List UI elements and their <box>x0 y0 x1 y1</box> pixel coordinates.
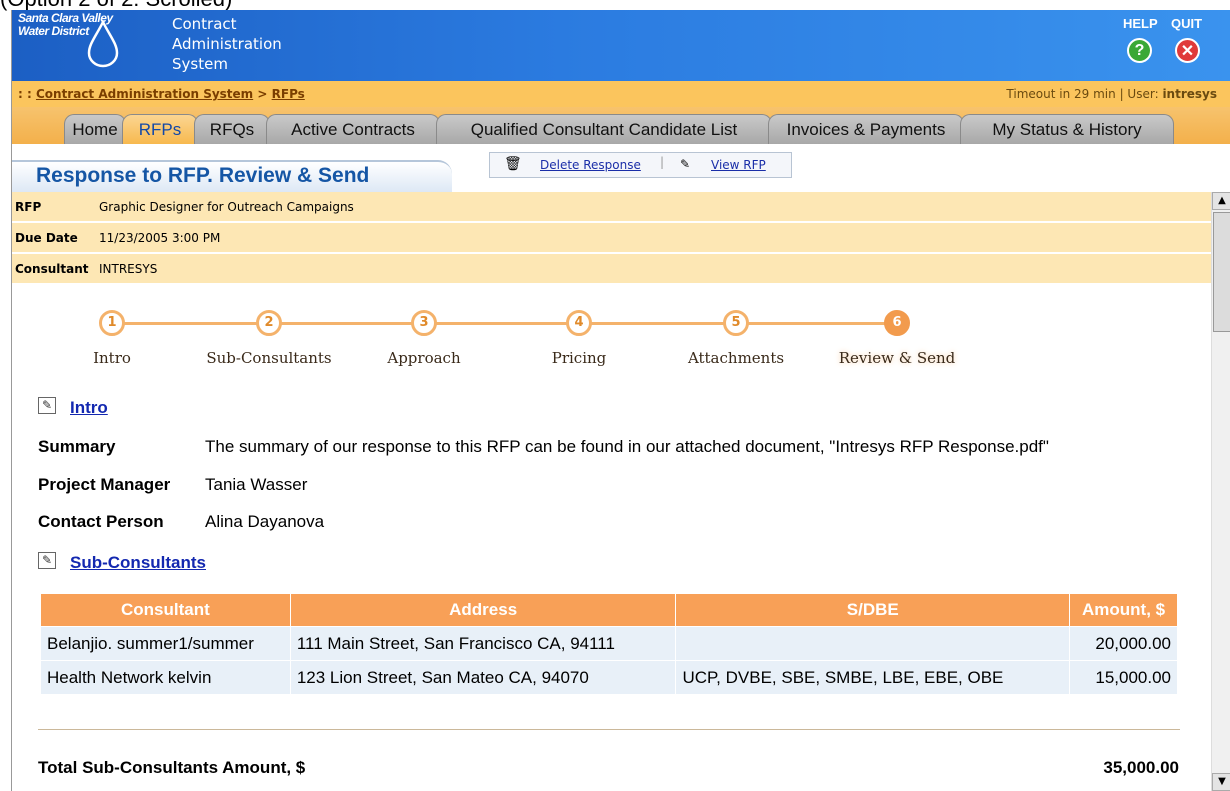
breadcrumb-link-rfps[interactable]: RFPs <box>272 87 305 101</box>
step-5-label[interactable]: Attachments <box>656 349 816 367</box>
cell-consultant: Health Network kelvin <box>40 660 291 695</box>
breadcrumb: : : Contract Administration System > RFP… <box>18 87 305 101</box>
scroll-up-arrow-icon[interactable]: ▲ <box>1212 192 1230 210</box>
quit-button[interactable]: ✕ <box>1175 38 1200 63</box>
tab-rfqs[interactable]: RFQs <box>194 114 270 144</box>
intro-section-link[interactable]: Intro <box>70 398 108 418</box>
info-row-due-date: Due Date 11/23/2005 3:00 PM <box>12 223 1211 253</box>
steps-connector <box>112 322 892 325</box>
title-row: Response to RFP. Review & Send 🗑 Delete … <box>12 144 1230 192</box>
project-manager-value: Tania Wasser <box>205 475 308 494</box>
step-4-circle[interactable]: 4 <box>566 310 592 336</box>
question-mark-icon: ? <box>1134 41 1145 59</box>
divider <box>38 729 1180 730</box>
screenshot-caption: (Option 2 of 2: Scrolled) <box>0 0 1230 11</box>
step-6-circle: 6 <box>884 310 910 336</box>
timeout-text: Timeout in 29 min <box>1006 87 1116 101</box>
column-header-address: Address <box>289 593 677 627</box>
app-window: Santa Clara Valley Water District Contra… <box>11 10 1230 791</box>
step-1-circle[interactable]: 1 <box>99 310 125 336</box>
cell-amount: 15,000.00 <box>1069 660 1178 695</box>
contact-person-label: Contact Person <box>38 512 164 531</box>
column-header-sdbe: S/DBE <box>675 593 1071 627</box>
help-button[interactable]: ? <box>1127 38 1152 63</box>
user-name: intresys <box>1162 87 1217 101</box>
step-5-circle[interactable]: 5 <box>723 310 749 336</box>
summary-value: The summary of our response to this RFP … <box>205 437 1049 456</box>
step-1-label[interactable]: Intro <box>32 349 192 367</box>
edit-note-icon[interactable]: ✎ <box>38 552 56 569</box>
column-header-amount: Amount, $ <box>1069 593 1178 627</box>
info-row-consultant: Consultant INTRESYS <box>12 254 1211 284</box>
total-value: 35,000.00 <box>1103 758 1179 777</box>
table-row: Belanjio. summer1/summer 111 Main Street… <box>40 626 1178 661</box>
cell-sdbe <box>675 626 1071 661</box>
view-rfp-link[interactable]: View RFP <box>711 158 766 172</box>
session-info: Timeout in 29 min | User: intresys <box>1006 87 1217 101</box>
consultant-value: INTRESYS <box>99 262 158 276</box>
cell-address: 123 Lion Street, San Mateo CA, 94070 <box>289 660 677 695</box>
vertical-scrollbar[interactable]: ▲ ▼ <box>1211 192 1230 791</box>
view-rfp-icon[interactable]: ✎ <box>680 157 690 171</box>
main-tabs: Home RFPs RFQs Active Contracts Qualifie… <box>12 107 1230 144</box>
cell-consultant: Belanjio. summer1/summer <box>40 626 291 661</box>
subconsultants-section-link[interactable]: Sub-Consultants <box>70 553 206 573</box>
step-3-label[interactable]: Approach <box>344 349 504 367</box>
delete-response-link[interactable]: Delete Response <box>540 158 641 172</box>
step-6-label: Review & Send <box>838 349 956 367</box>
cell-amount: 20,000.00 <box>1069 626 1178 661</box>
water-drop-icon <box>87 20 119 68</box>
table-row: Health Network kelvin 123 Lion Street, S… <box>40 660 1178 695</box>
tab-active-contracts[interactable]: Active Contracts <box>266 114 440 144</box>
step-4-label[interactable]: Pricing <box>499 349 659 367</box>
step-2-circle[interactable]: 2 <box>256 310 282 336</box>
step-3-circle[interactable]: 3 <box>411 310 437 336</box>
column-header-consultant: Consultant <box>40 593 291 627</box>
help-quit-area: HELP QUIT ? ✕ <box>1117 16 1207 76</box>
close-x-icon: ✕ <box>1180 42 1195 60</box>
total-label: Total Sub-Consultants Amount, $ <box>38 758 306 777</box>
system-name: Contract Administration System <box>172 15 282 73</box>
cell-sdbe: UCP, DVBE, SBE, SMBE, LBE, EBE, OBE <box>675 660 1071 695</box>
project-manager-label: Project Manager <box>38 475 171 494</box>
tab-my-status-history[interactable]: My Status & History <box>960 114 1174 144</box>
info-row-rfp: RFP Graphic Designer for Outreach Campai… <box>12 192 1211 222</box>
trash-icon[interactable]: 🗑 <box>504 156 522 172</box>
breadcrumb-bar: : : Contract Administration System > RFP… <box>12 81 1230 107</box>
cell-address: 111 Main Street, San Francisco CA, 94111 <box>289 626 677 661</box>
tab-invoices-payments[interactable]: Invoices & Payments <box>768 114 964 144</box>
summary-label: Summary <box>38 437 116 456</box>
subconsultants-table: Consultant Address S/DBE Amount, $ Belan… <box>40 593 1178 695</box>
edit-note-icon[interactable]: ✎ <box>38 397 56 414</box>
contact-person-value: Alina Dayanova <box>205 512 325 531</box>
app-header: Santa Clara Valley Water District Contra… <box>12 10 1230 81</box>
wizard-steps: 1 2 3 4 5 6 Intro Sub-Consultants Approa… <box>12 310 1211 390</box>
quit-label: QUIT <box>1171 16 1203 31</box>
breadcrumb-link-cas[interactable]: Contract Administration System <box>36 87 253 101</box>
tab-home[interactable]: Home <box>64 114 126 144</box>
tab-qualified-consultant-list[interactable]: Qualified Consultant Candidate List <box>436 114 772 144</box>
help-label: HELP <box>1123 16 1158 31</box>
page-actions: 🗑 Delete Response | ✎ View RFP <box>489 152 792 178</box>
page-title: Response to RFP. Review & Send <box>36 164 370 187</box>
rfp-value: Graphic Designer for Outreach Campaigns <box>99 200 354 214</box>
tab-rfps[interactable]: RFPs <box>122 114 198 144</box>
scroll-thumb[interactable] <box>1213 212 1230 332</box>
scroll-down-arrow-icon[interactable]: ▼ <box>1212 773 1230 791</box>
step-2-label[interactable]: Sub-Consultants <box>189 349 349 367</box>
table-header-row: Consultant Address S/DBE Amount, $ <box>40 593 1178 627</box>
due-date-value: 11/23/2005 3:00 PM <box>99 231 221 245</box>
